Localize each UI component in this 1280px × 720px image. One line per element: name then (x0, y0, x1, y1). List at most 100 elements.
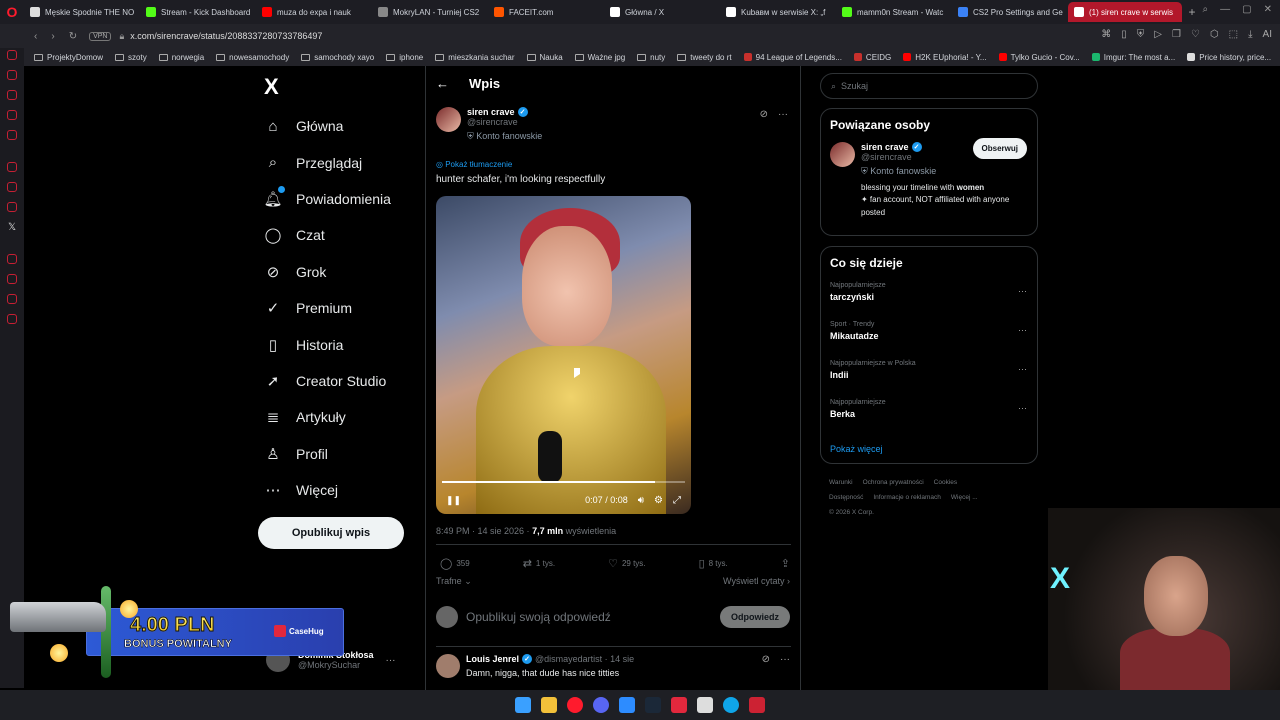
bookmark-item[interactable]: tweety do rt (677, 53, 732, 62)
video-player[interactable]: ❚❚ 0:07 / 0:08 🔊︎ ⚙ ⤢ (436, 196, 691, 514)
footer-link[interactable]: Więcej ... (951, 494, 978, 501)
bookmark-item[interactable]: CEIDG (853, 53, 891, 62)
reply-author-name[interactable]: Louis Jenrel (466, 654, 519, 664)
bookmark-page-icon[interactable]: ▯ (1121, 29, 1127, 40)
settings-icon[interactable] (7, 314, 17, 324)
bookmark-item[interactable]: H2K EUphoria! - Y... (903, 53, 987, 62)
browser-tab[interactable]: Kubaвм w serwisie X: „f (720, 2, 834, 22)
x-sidebar-icon[interactable]: 𝕏 (8, 222, 18, 233)
footer-link[interactable]: Informacje o reklamach (873, 494, 941, 501)
edge-icon[interactable] (723, 697, 739, 713)
sidebar-item-creator-studio[interactable]: ➚ Creator Studio (264, 363, 391, 399)
extensions-icon[interactable]: ⬡ (1210, 29, 1219, 40)
more-dots-icon[interactable]: ··· (1018, 364, 1027, 374)
bookmark-item[interactable]: nowesamochody (216, 53, 289, 62)
bookmark-item[interactable]: mieszkania suchar (435, 53, 515, 62)
settings-gear-icon[interactable]: ⚙ (654, 495, 663, 506)
reload-icon[interactable]: ↻ (69, 31, 77, 42)
sidebar-app-icon[interactable] (7, 202, 17, 212)
file-explorer-icon[interactable] (541, 697, 557, 713)
download-icon[interactable]: ⤓ (1248, 29, 1252, 40)
browser-tab[interactable]: mamm0n Stream - Watc (836, 2, 950, 22)
search-input[interactable]: ⌕ Szukaj (820, 73, 1038, 99)
share-action[interactable]: ⇪ (781, 557, 790, 570)
bookmark-item[interactable]: ProjektyDomow (34, 53, 103, 62)
browser-tab[interactable]: Stream - Kick Dashboard (140, 2, 254, 22)
browser-tab[interactable]: Męskie Spodnie THE NO (24, 2, 138, 22)
vpn-badge[interactable]: VPN (89, 31, 112, 41)
browser-tab[interactable]: FACEIT.com (488, 2, 602, 22)
snapshot-icon[interactable]: ⬚ (1229, 29, 1238, 40)
post-button[interactable]: Opublikuj wpis (258, 517, 404, 549)
author-name[interactable]: siren crave (467, 107, 515, 117)
footer-link[interactable]: Dostępność (829, 494, 863, 501)
more-dots-icon[interactable]: ··· (778, 109, 788, 120)
sort-dropdown[interactable]: Trafne ⌄ (436, 576, 472, 587)
sidebar-app-icon[interactable] (7, 130, 17, 140)
bookmark-item[interactable]: iphone (386, 53, 423, 62)
steam-icon[interactable] (645, 697, 661, 713)
bookmark-item[interactable]: Nauka (526, 53, 563, 62)
sidebar-item-home[interactable]: ⌂ Główna (264, 108, 391, 144)
clock-icon[interactable] (7, 274, 17, 284)
sidebar-item-more[interactable]: ⋯ Więcej (264, 472, 391, 508)
author-handle[interactable]: @sirencrave (467, 117, 542, 127)
avatar[interactable] (830, 142, 855, 167)
footer-link[interactable]: Cookies (934, 479, 957, 486)
reply-button[interactable]: Odpowiedz (720, 606, 790, 628)
sidebar-item-bookmarks[interactable]: ▯ Historia (264, 326, 391, 362)
more-dots-icon[interactable]: ··· (1018, 325, 1027, 335)
back-icon[interactable]: ‹ (34, 31, 37, 42)
sidebar-item-chat[interactable]: ◯ Czat (264, 217, 391, 253)
bookmark-item[interactable]: nuty (637, 53, 665, 62)
sidebar-app-icon[interactable] (7, 50, 17, 60)
back-arrow-icon[interactable]: ← (436, 76, 449, 91)
history-icon[interactable] (7, 254, 17, 264)
more-dots-icon[interactable]: ··· (386, 655, 396, 666)
footer-link[interactable]: Warunki (829, 479, 853, 486)
sidebar-item-articles[interactable]: ≣ Artykuły (264, 399, 391, 435)
reply-input[interactable]: Opublikuj swoją odpowiedź (466, 610, 611, 624)
more-dots-icon[interactable]: ··· (1018, 286, 1027, 296)
view-quotes-link[interactable]: Wyświetl cytaty › (723, 576, 790, 587)
sidebar-item-premium[interactable]: ✓ Premium (264, 290, 391, 326)
browser-tab[interactable]: MokryLAN - Turniej CS2 (372, 2, 486, 22)
avatar[interactable] (436, 654, 460, 678)
trend-item[interactable]: Najpopularniejsze tarczyński ··· (821, 274, 1037, 313)
app-icon[interactable] (671, 697, 687, 713)
trend-item[interactable]: Sport · Trendy Mikautadze ··· (821, 313, 1037, 352)
trend-item[interactable]: Najpopularniejsze Berka ··· (821, 391, 1037, 430)
grok-icon[interactable]: ⊘ (760, 109, 768, 120)
browser-tab[interactable]: Główna / X (604, 2, 718, 22)
discord-icon[interactable] (593, 697, 609, 713)
grok-icon[interactable]: ⊘ (762, 654, 770, 678)
bookmark-action[interactable]: ▯ 8 tys. (699, 557, 728, 570)
bookmark-item[interactable]: Price history, price... (1187, 53, 1271, 62)
aria-ai-button[interactable]: AI (1263, 29, 1272, 40)
maximize-icon[interactable]: ▢ (1242, 4, 1251, 15)
sidebar-item-profile[interactable]: ♙ Profil (264, 436, 391, 472)
url-field[interactable]: x.com/sirencrave/status/2088337280733786… (130, 31, 322, 41)
x-logo-icon[interactable]: X (264, 74, 279, 100)
new-tab-button[interactable]: + (1184, 5, 1200, 19)
reply-tweet[interactable]: Louis Jenrel ✓ @dismayedartist · 14 sie Da… (436, 654, 790, 678)
sidebar-app-icon[interactable] (7, 110, 17, 120)
volume-icon[interactable]: 🔊︎ (638, 495, 644, 506)
sidebar-app-icon[interactable] (7, 70, 17, 80)
sidebar-item-notifications[interactable]: 🔔︎ Powiadomienia (263, 181, 391, 217)
reply-action[interactable]: ◯ 359 (440, 557, 470, 570)
heart-icon[interactable]: ♡ (1191, 29, 1200, 40)
more-dots-icon[interactable]: ··· (1018, 403, 1027, 413)
trend-item[interactable]: Najpopularniejsze w Polska Indii ··· (821, 352, 1037, 391)
reply-author-handle[interactable]: @dismayedartist · 14 sie (535, 654, 634, 664)
chatgpt-icon[interactable] (7, 162, 17, 172)
repost-action[interactable]: ⇄ 1 tys. (523, 557, 555, 570)
more-dots-icon[interactable]: ··· (780, 654, 790, 678)
sidebar-item-grok[interactable]: ⊘ Grok (264, 254, 391, 290)
related-name[interactable]: siren crave (861, 142, 909, 152)
show-translation-link[interactable]: Pokaż tłumaczenie (445, 160, 512, 169)
related-handle[interactable]: @sirencrave (861, 152, 936, 162)
camera-icon[interactable]: ⌘ (1101, 29, 1111, 40)
play-icon[interactable]: ▷ (1154, 29, 1162, 40)
follow-button[interactable]: Obserwuj (972, 138, 1027, 159)
